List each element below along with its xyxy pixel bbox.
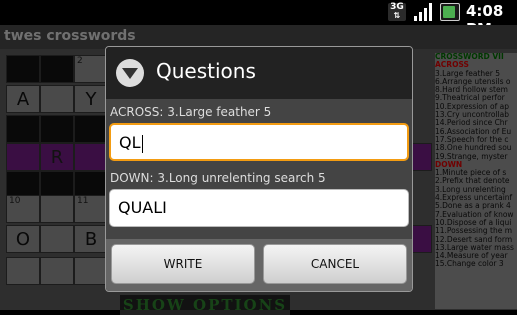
dialog-body: ACROSS: 3.Large feather 5 QL DOWN: 3.Lon…	[106, 99, 412, 239]
dialog-button-bar: WRITE CANCEL	[106, 239, 412, 291]
dialog-title: Questions	[156, 59, 256, 83]
across-answer-input[interactable]: QL	[109, 123, 409, 161]
cancel-button[interactable]: CANCEL	[263, 244, 407, 284]
dialog-header: Questions	[106, 47, 412, 99]
write-button[interactable]: WRITE	[111, 244, 255, 284]
down-answer-input[interactable]: QUALI	[109, 189, 409, 227]
across-clue-label: ACROSS: 3.Large feather 5	[110, 105, 272, 119]
battery-icon	[440, 3, 460, 21]
status-bar: 3G ⇅ 4:08 PM	[0, 0, 517, 38]
text-cursor	[141, 134, 143, 153]
chevron-down-circle-icon	[116, 59, 144, 87]
signal-strength-icon	[414, 3, 432, 21]
questions-dialog: Questions ACROSS: 3.Large feather 5 QL D…	[105, 46, 413, 292]
down-answer-text: QUALI	[118, 198, 167, 217]
across-answer-text: QL	[119, 133, 141, 152]
network-3g-icon: 3G ⇅	[388, 3, 406, 21]
down-clue-label: DOWN: 3.Long unrelenting search 5	[110, 171, 326, 185]
